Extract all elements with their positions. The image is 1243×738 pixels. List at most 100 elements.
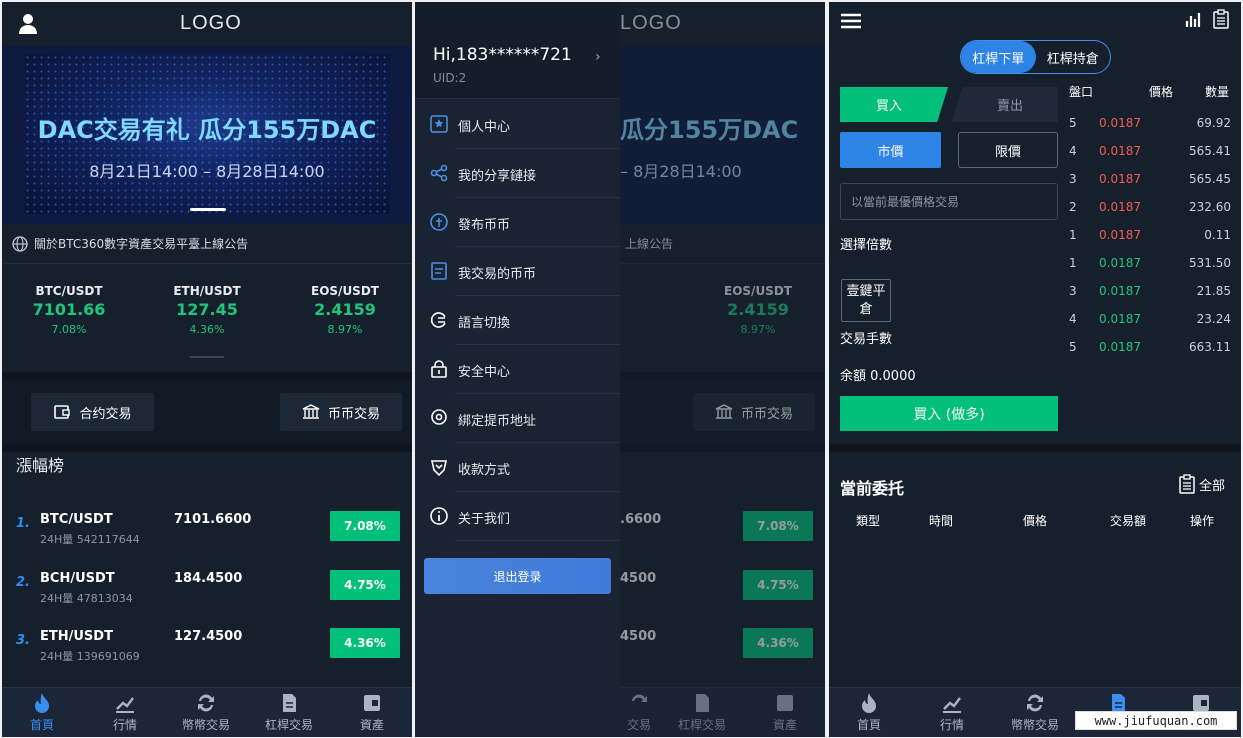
logout-button[interactable]: 退出登录 [424, 558, 611, 594]
buy-long-button[interactable]: 買入 (做多) [840, 396, 1058, 431]
sell-tab[interactable]: 賣出 [952, 87, 1058, 122]
market-order-button[interactable]: 市價 [840, 132, 941, 168]
buy-tab[interactable]: 買入 [840, 87, 948, 122]
menu-item-publish-coin[interactable]: 發布币币 [415, 198, 620, 247]
ticker-eth[interactable]: ETH/USDT 127.45 4.36% [152, 284, 262, 336]
menu-item-profile[interactable]: 個人中心 [415, 100, 620, 149]
ob-qty: 663.11 [1189, 340, 1231, 354]
nav-spot[interactable]: 幣幣交易 [1005, 692, 1065, 733]
margin-tabs: 杠桿下單 杠桿持倉 [960, 40, 1111, 74]
contract-trade-button[interactable]: 合约交易 [31, 393, 154, 431]
col-type: 類型 [856, 514, 881, 528]
nav-spot[interactable]: 幣幣交易 [176, 692, 236, 733]
promo-banner[interactable]: DAC交易有礼 瓜分155万DAC 8月21日14:00 – 8月28日14:0… [2, 46, 412, 224]
ticker-btc[interactable]: BTC/USDT 7101.66 7.08% [14, 284, 124, 336]
close-all-button[interactable]: 壹鍵平倉 [841, 279, 891, 322]
ticker-pair: ETH/USDT [173, 284, 241, 298]
orderbook-row[interactable]: 3 0.0187 565.45 [1069, 166, 1231, 194]
nav-home[interactable]: 首頁 [12, 692, 72, 733]
wallet-icon [364, 695, 380, 711]
ticker-eos[interactable]: EOS/USDT 2.4159 8.97% [290, 284, 400, 336]
gainer-rank: 1. [16, 516, 30, 531]
menu-item-my-traded-coins[interactable]: 我交易的币币 [415, 247, 620, 296]
tab-margin-position[interactable]: 杠桿持倉 [1036, 41, 1111, 73]
spot-trade-label: 币币交易 [327, 406, 380, 422]
orderbook-row[interactable]: 5 0.0187 69.92 [1069, 110, 1231, 138]
language-icon [430, 312, 446, 328]
gainer-row[interactable]: 1. BTC/USDT 24H量 542117644 7101.6600 7.0… [2, 502, 412, 560]
orderbook-row[interactable]: 1 0.0187 0.11 [1069, 222, 1231, 250]
ob-price: 0.0187 [1099, 312, 1141, 326]
ob-level: 5 [1069, 116, 1077, 130]
banner-indicator [190, 208, 226, 211]
star-icon [430, 115, 448, 133]
gainer-change-badge: 4.75% [330, 570, 400, 600]
gainer-row[interactable]: 2. BCH/USDT 24H量 47813034 184.4500 4.75% [2, 561, 412, 619]
bar-chart-icon[interactable] [1185, 12, 1201, 28]
ticker-price: 127.45 [176, 300, 238, 319]
menu-item-share-link[interactable]: 我的分享鏈接 [415, 149, 620, 198]
nav-assets[interactable]: 資產 [342, 692, 402, 733]
gainer-price: 4500 [620, 571, 657, 586]
ob-level: 4 [1069, 312, 1077, 326]
orderbook-row[interactable]: 2 0.0187 232.60 [1069, 194, 1231, 222]
shield-icon [431, 460, 447, 476]
menu-item-language[interactable]: 語言切換 [415, 296, 620, 345]
ticker-change: 4.36% [189, 323, 225, 336]
menu-item-withdraw-address[interactable]: 綁定提币地址 [415, 394, 620, 443]
ob-qty: 69.92 [1196, 116, 1231, 130]
side-drawer: Hi,183******721 UID:2 › 個人中心 我的分享鏈接 發布币币… [415, 2, 620, 737]
nav-market[interactable]: 行情 [95, 692, 155, 733]
exchange-icon [198, 694, 214, 712]
banner-dates: 8月21日14:00 – 8月28日14:00 [89, 162, 325, 181]
home-header: LOGO [2, 2, 412, 46]
all-orders-button[interactable]: 全部 [1179, 474, 1225, 494]
price-input[interactable]: 以當前最優價格交易 [840, 183, 1058, 220]
gainer-price: 127.4500 [174, 629, 243, 644]
orderbook-row[interactable]: 4 0.0187 565.41 [1069, 138, 1231, 166]
orderbook-row[interactable]: 3 0.0187 21.85 [1069, 278, 1231, 306]
nav-label: 行情 [939, 718, 964, 732]
clipboard-icon[interactable] [1213, 9, 1229, 29]
limit-order-button[interactable]: 限價 [958, 132, 1058, 168]
nav-label: 資產 [772, 718, 797, 732]
gainer-row[interactable]: 3. ETH/USDT 24H量 139691069 127.4500 4.36… [2, 619, 412, 677]
tab-margin-order[interactable]: 杠桿下單 [961, 41, 1036, 73]
nav-label: 交易 [626, 718, 651, 732]
menu-item-label: 我的分享鏈接 [458, 169, 537, 184]
gainer-pair: BTC/USDT [40, 512, 113, 527]
ob-level: 5 [1069, 340, 1077, 354]
gainer-price: .6600 [620, 512, 662, 527]
ob-level: 3 [1069, 284, 1077, 298]
gainer-volume: 24H量 139691069 [40, 650, 140, 663]
announcement-bar[interactable]: 關於BTC360數字資產交易平臺上線公告 [2, 224, 412, 264]
gainer-price: 184.4500 [174, 571, 243, 586]
ob-price: 0.0187 [1099, 256, 1141, 270]
gainer-volume: 24H量 542117644 [40, 533, 140, 546]
user-icon[interactable] [18, 13, 38, 35]
spot-trade-button[interactable]: 币币交易 [280, 393, 402, 431]
orderbook-row[interactable]: 5 0.0187 663.11 [1069, 334, 1231, 362]
all-orders-label: 全部 [1199, 478, 1226, 494]
nav-margin[interactable]: 杠桿交易 [259, 692, 319, 733]
menu-item-label: 發布币币 [458, 218, 511, 233]
menu-item-security[interactable]: 安全中心 [415, 345, 620, 394]
ticker-change: 7.08% [51, 323, 87, 336]
chart-line-icon [116, 697, 134, 713]
nav-home[interactable]: 首頁 [839, 692, 899, 733]
gainer-rank: 3. [16, 633, 30, 648]
ticker-pair: EOS/USDT [724, 284, 792, 298]
ticker-price: 7101.66 [32, 300, 106, 319]
chevron-right-icon: › [595, 49, 601, 65]
info-icon [430, 507, 448, 525]
orderbook-row[interactable]: 1 0.0187 531.50 [1069, 250, 1231, 278]
menu-item-about[interactable]: 关于我们 [415, 492, 620, 541]
nav-market[interactable]: 行情 [922, 692, 982, 733]
profile-header[interactable]: Hi,183******721 UID:2 › [415, 2, 620, 99]
lock-icon [431, 360, 447, 378]
nav-label: 資產 [359, 718, 384, 732]
hamburger-menu-icon[interactable] [841, 13, 861, 29]
orderbook-row[interactable]: 4 0.0187 23.24 [1069, 306, 1231, 334]
clipboard-icon [1179, 474, 1195, 494]
menu-item-payment-method[interactable]: 收款方式 [415, 443, 620, 492]
